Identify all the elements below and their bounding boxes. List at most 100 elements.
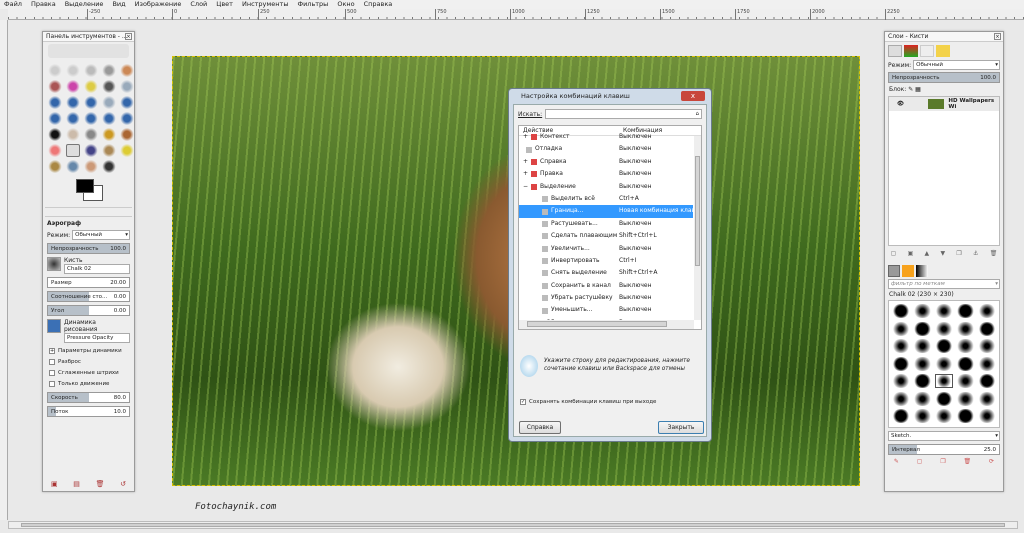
aspect-ratio-slider[interactable]: Соотношение сто... 0.00 (47, 291, 130, 302)
help-button[interactable]: Справка (519, 421, 561, 434)
scissors-tool-icon[interactable] (48, 80, 62, 93)
patterns-tab-icon[interactable] (902, 265, 914, 277)
brush-item[interactable] (977, 356, 996, 371)
shortcut-row[interactable]: Сделать плавающим Shift+Ctrl+L (519, 230, 693, 242)
brush-field[interactable]: Chalk 02 (64, 264, 130, 274)
airbrush-tool-icon[interactable] (66, 144, 80, 157)
brush-item[interactable] (934, 409, 954, 424)
menu-item[interactable]: Файл (4, 0, 22, 9)
brush-item[interactable] (956, 409, 975, 424)
brush-item[interactable] (892, 356, 911, 371)
menu-item[interactable]: Окно (337, 0, 354, 9)
menu-item[interactable]: Изображение (135, 0, 182, 9)
shortcut-row[interactable]: Выделить всё Ctrl+A (519, 193, 693, 205)
brush-item[interactable] (956, 391, 975, 406)
new-group-icon[interactable]: ▣ (908, 250, 914, 257)
edit-brush-icon[interactable]: ✎ (894, 458, 899, 465)
shortcut-row[interactable]: Отладка Выключен (519, 143, 693, 155)
layer-mode-select[interactable]: Обычный ▾ (913, 60, 1000, 70)
restore-options-icon[interactable]: ▤ (73, 480, 80, 488)
shortcut-row[interactable]: Снять выделение Shift+Ctrl+A (519, 267, 693, 279)
cage-tool-icon[interactable] (120, 112, 134, 125)
shortcut-row[interactable]: + Контекст Выключен (519, 131, 693, 143)
brush-item[interactable] (934, 304, 954, 318)
expander-icon[interactable]: + (523, 131, 528, 143)
gradients-tab-icon[interactable] (916, 265, 928, 277)
new-layer-icon[interactable]: ▢ (891, 250, 897, 257)
shortcut-row[interactable]: Увеличить... Выключен (519, 243, 693, 255)
close-icon[interactable]: × (994, 33, 1001, 40)
shortcut-row[interactable]: + Правка Выключен (519, 168, 693, 180)
dynamics-icon[interactable] (47, 319, 61, 333)
crop-tool-icon[interactable] (102, 96, 116, 109)
save-shortcuts-checkbox[interactable]: ✓ Сохранять комбинации клавиш при выходе (520, 399, 656, 405)
clone-tool-icon[interactable] (102, 144, 116, 157)
dynamics-field[interactable]: Pressure Opacity (64, 333, 130, 343)
undo-tab-icon[interactable] (936, 45, 950, 57)
refresh-brushes-icon[interactable]: ⟳ (989, 458, 994, 465)
canvas-horizontal-scrollbar[interactable] (8, 521, 1018, 529)
brush-item[interactable] (934, 356, 954, 371)
brush-item[interactable] (934, 374, 954, 389)
close-icon[interactable]: × (125, 33, 132, 40)
brush-item[interactable] (913, 409, 932, 424)
shortcut-row[interactable]: Уменьшить... Выключен (519, 304, 693, 316)
brush-tag-filter[interactable]: фильтр по меткам ▾ (888, 279, 1000, 289)
brush-item[interactable] (892, 374, 911, 389)
anchor-icon[interactable]: ⚓ (973, 250, 978, 257)
vertical-scrollbar[interactable] (694, 136, 701, 320)
heal-tool-icon[interactable] (120, 144, 134, 157)
spacing-slider[interactable]: Интервал 25.0 (888, 444, 1000, 455)
shortcut-row[interactable]: − Выделение Выключен (519, 181, 693, 193)
brush-item[interactable] (956, 304, 975, 318)
opacity-slider[interactable]: Непрозрачность 100.0 (47, 243, 130, 254)
raise-layer-icon[interactable]: ▲ (925, 250, 930, 257)
brush-item[interactable] (892, 391, 911, 406)
size-slider[interactable]: Размер 20.00 (47, 277, 130, 288)
flip-tool-icon[interactable] (102, 112, 116, 125)
menu-item[interactable]: Фильтры (297, 0, 328, 9)
brush-item[interactable] (892, 304, 911, 318)
layers-tab-icon[interactable] (888, 45, 902, 57)
brush-item[interactable] (956, 339, 975, 354)
new-brush-icon[interactable]: ▢ (917, 458, 923, 465)
brush-item[interactable] (977, 321, 996, 336)
brush-item[interactable] (977, 374, 996, 389)
perspective-clone-tool-icon[interactable] (48, 160, 62, 173)
brush-item[interactable] (977, 391, 996, 406)
layer-row[interactable]: 👁 HD Wallpapers Wi (889, 97, 999, 111)
ink-tool-icon[interactable] (84, 144, 98, 157)
mode-select[interactable]: Обычный ▾ (72, 230, 130, 240)
flow-slider[interactable]: Поток 10.0 (47, 406, 130, 417)
lower-layer-icon[interactable]: ▼ (940, 250, 945, 257)
close-icon[interactable]: x (681, 91, 705, 101)
menu-item[interactable]: Вид (112, 0, 125, 9)
menu-item[interactable]: Правка (31, 0, 56, 9)
free-select-tool-icon[interactable] (84, 64, 98, 77)
brush-item[interactable] (956, 321, 975, 336)
close-button[interactable]: Закрыть (658, 421, 704, 434)
expander-icon[interactable]: + (523, 156, 528, 168)
brush-preset-select[interactable]: Sketch. ▾ (888, 431, 1000, 441)
zoom-tool-icon[interactable] (120, 80, 134, 93)
motion-only-checkbox[interactable]: Только движение (49, 381, 128, 387)
menu-item[interactable]: Слой (190, 0, 207, 9)
text-tool-icon[interactable] (48, 128, 62, 141)
ellipse-select-tool-icon[interactable] (66, 64, 80, 77)
move-tool-icon[interactable] (66, 96, 80, 109)
perspective-tool-icon[interactable] (84, 112, 98, 125)
brush-item[interactable] (977, 339, 996, 354)
color-select-tool-icon[interactable] (120, 64, 134, 77)
align-tool-icon[interactable] (84, 96, 98, 109)
bucket-fill-tool-icon[interactable] (66, 128, 80, 141)
shortcut-row[interactable]: Убрать растушёвку Выключен (519, 292, 693, 304)
eye-icon[interactable]: 👁 (897, 101, 904, 107)
brush-item[interactable] (913, 321, 932, 336)
lock-alpha-icon[interactable]: ▦ (915, 86, 921, 93)
brush-item[interactable] (956, 356, 975, 371)
dodge-burn-tool-icon[interactable] (102, 160, 116, 173)
shortcut-row[interactable]: + Справка Выключен (519, 156, 693, 168)
search-input[interactable]: ⌂ (545, 109, 702, 119)
duplicate-brush-icon[interactable]: ❐ (940, 458, 945, 465)
rotate-tool-icon[interactable] (120, 96, 134, 109)
